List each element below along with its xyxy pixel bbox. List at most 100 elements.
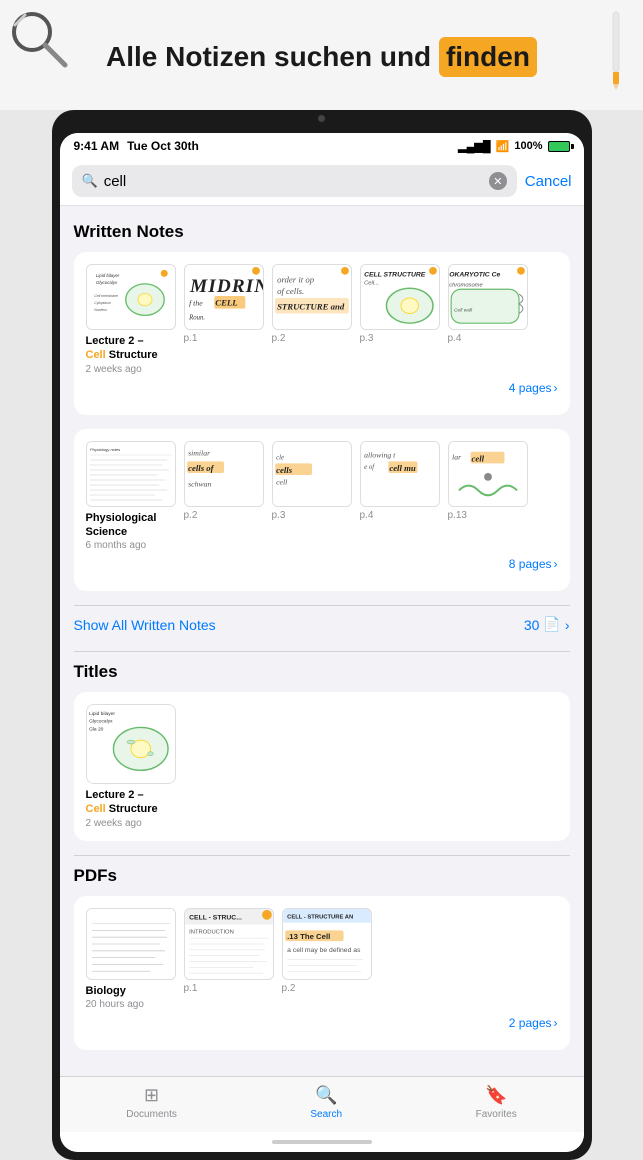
home-indicator	[60, 1132, 584, 1152]
note-item-physio-p3[interactable]: cle cells cell p.3	[272, 441, 352, 552]
show-all-link[interactable]: Show All Written Notes	[74, 617, 216, 633]
status-bar: 9:41 AM Tue Oct 30th ▂▄▆█ 📶 100%	[60, 133, 584, 157]
note-thumb-p2: order it op of cells. STRUCTURE and	[272, 264, 352, 330]
svg-text:INTRODUCTION: INTRODUCTION	[189, 929, 234, 935]
tab-favorites-label: Favorites	[476, 1109, 517, 1120]
pdf-thumb-biology	[86, 908, 176, 980]
pdf-item-biology[interactable]: Biology 20 hours ago	[86, 908, 176, 1010]
svg-text:similar: similar	[188, 448, 211, 457]
chevron-right-icon2: ›	[554, 557, 558, 571]
svg-text:Cell...: Cell...	[364, 280, 379, 286]
pdf-thumb-p2: CELL - STRUCTURE AN .13 The Cell a cell …	[282, 908, 372, 980]
svg-text:Lipid bilayer: Lipid bilayer	[96, 273, 120, 278]
show-all-count[interactable]: 30 📄 ›	[524, 616, 570, 633]
tab-documents-label: Documents	[126, 1109, 177, 1120]
svg-text:Gla 20: Gla 20	[89, 727, 104, 733]
note-time-physio: 6 months ago	[86, 540, 147, 551]
svg-text:Cytoplasm: Cytoplasm	[94, 301, 111, 305]
ipad-screen: 9:41 AM Tue Oct 30th ▂▄▆█ 📶 100% 🔍 cell …	[60, 133, 584, 1152]
written-notes-group2[interactable]: Physiology notes	[74, 429, 570, 592]
note-thumb-physio-p3: cle cells cell	[272, 441, 352, 507]
written-notes-group1[interactable]: Lipid bilayer Glycocalyx Cell membrane C…	[74, 252, 570, 415]
chevron-right-icon3: ›	[565, 617, 570, 633]
svg-text:f the: f the	[189, 299, 203, 308]
show-all-row[interactable]: Show All Written Notes 30 📄 ›	[74, 605, 570, 639]
wifi-icon: 📶	[496, 140, 510, 153]
svg-text:a cell may be defined as: a cell may be defined as	[287, 947, 361, 954]
chevron-right-icon: ›	[554, 381, 558, 395]
svg-text:Physiology notes: Physiology notes	[90, 447, 120, 452]
group1-pages-link[interactable]: 4 pages ›	[509, 381, 558, 395]
pdf-page-p2: p.2	[282, 983, 372, 994]
note-page-p2: p.2	[272, 333, 286, 344]
search-icon: 🔍	[82, 173, 98, 189]
pdf-item-p2[interactable]: CELL - STRUCTURE AN .13 The Cell a cell …	[282, 908, 372, 1010]
note-item-p2[interactable]: order it op of cells. STRUCTURE and p.2	[272, 264, 352, 375]
marketing-area: Alle Notizen suchen und finden	[0, 0, 643, 110]
note-title-physio: PhysiologicalScience	[86, 511, 157, 540]
note-item-p4[interactable]: OKARYOTIC Ce chromosome Cell wall p.4	[448, 264, 528, 375]
svg-text:CELL - STRUC...: CELL - STRUC...	[189, 914, 242, 921]
note-item-physio-main[interactable]: Physiology notes	[86, 441, 176, 552]
cell-diagram-svg: Lipid bilayer Glycocalyx Cell membrane C…	[91, 269, 171, 325]
note-thumb-p3: CELL STRUCTURE Cell...	[360, 264, 440, 330]
tab-documents[interactable]: ⊞ Documents	[126, 1085, 177, 1120]
clear-search-button[interactable]: ✕	[489, 172, 507, 190]
note-page-p3: p.3	[360, 333, 374, 344]
svg-text:.13 The Cell: .13 The Cell	[287, 932, 330, 941]
pencil-icon	[607, 10, 625, 90]
note-thumb-p1: MIDRIN f the CELL Roun.	[184, 264, 264, 330]
svg-text:allowing t: allowing t	[364, 450, 396, 459]
svg-text:Nucleus: Nucleus	[94, 308, 107, 312]
svg-text:lar: lar	[452, 452, 462, 461]
battery-icon	[548, 141, 570, 152]
note-item-p3[interactable]: CELL STRUCTURE Cell... p.3	[360, 264, 440, 375]
search-input-wrapper[interactable]: 🔍 cell ✕	[72, 165, 517, 197]
title-card[interactable]: Lipid bilayer Glycocalyx Gla 20 Lecture …	[86, 704, 558, 829]
note-thumb-physio-p4: allowing t e of cell mu	[360, 441, 440, 507]
svg-text:CELL - STRUCTURE AN: CELL - STRUCTURE AN	[287, 915, 353, 921]
search-bar-area[interactable]: 🔍 cell ✕ Cancel	[60, 157, 584, 206]
note-page-p1: p.1	[184, 333, 198, 344]
note-thumb-physio-p2: similar cells of schwan	[184, 441, 264, 507]
tab-favorites[interactable]: 🔖 Favorites	[476, 1085, 517, 1120]
document-icon: 📄	[543, 616, 560, 633]
note-page-physio-p2: p.2	[184, 510, 198, 521]
tab-search[interactable]: 🔍 Search	[310, 1085, 342, 1120]
svg-text:order it op: order it op	[277, 274, 315, 284]
notes-row-2: Physiology notes	[86, 441, 558, 552]
status-right: ▂▄▆█ 📶 100%	[458, 140, 569, 153]
note-item-physio-p4[interactable]: allowing t e of cell mu p.4	[360, 441, 440, 552]
note-item-physio-p2[interactable]: similar cells of schwan p.2	[184, 441, 264, 552]
svg-text:cell mu: cell mu	[389, 463, 416, 473]
svg-text:of cells.: of cells.	[277, 286, 304, 296]
cancel-button[interactable]: Cancel	[525, 173, 572, 190]
titles-group[interactable]: Lipid bilayer Glycocalyx Gla 20 Lecture …	[74, 692, 570, 841]
status-date: Tue Oct 30th	[127, 139, 199, 153]
search-input[interactable]: cell	[104, 173, 483, 190]
note-thumb-main: Lipid bilayer Glycocalyx Cell membrane C…	[86, 264, 176, 330]
svg-text:STRUCTURE and: STRUCTURE and	[277, 302, 345, 312]
group2-pages-link[interactable]: 8 pages ›	[509, 557, 558, 571]
svg-text:Glycocalyx: Glycocalyx	[96, 280, 118, 285]
signal-icon: ▂▄▆█	[458, 140, 491, 153]
note-item-physio-p13[interactable]: lar cell p.13	[448, 441, 528, 552]
svg-text:chromosome: chromosome	[449, 282, 483, 288]
note-item-p1[interactable]: MIDRIN f the CELL Roun. p.1	[184, 264, 264, 375]
pdf-time-biology: 20 hours ago	[86, 999, 176, 1010]
tab-search-label: Search	[310, 1109, 342, 1120]
pdf-pages-link[interactable]: 2 pages ›	[509, 1016, 558, 1030]
svg-text:CELL: CELL	[215, 298, 237, 308]
pdf-item-p1[interactable]: CELL - STRUC... INTRODUCTION	[184, 908, 274, 1010]
svg-text:CELL STRUCTURE: CELL STRUCTURE	[364, 272, 426, 279]
note-time-1: 2 weeks ago	[86, 364, 142, 375]
pdfs-group[interactable]: Biology 20 hours ago CELL - STRUC... INT…	[74, 896, 570, 1050]
chevron-right-icon4: ›	[554, 1016, 558, 1030]
magnifier-icon	[10, 10, 70, 70]
pdf-name-biology: Biology	[86, 984, 176, 998]
titles-header: Titles	[74, 662, 570, 682]
svg-text:Cell wall: Cell wall	[454, 308, 473, 314]
favorites-icon: 🔖	[485, 1085, 507, 1106]
note-item-main[interactable]: Lipid bilayer Glycocalyx Cell membrane C…	[86, 264, 176, 375]
written-notes-header: Written Notes	[74, 222, 570, 242]
